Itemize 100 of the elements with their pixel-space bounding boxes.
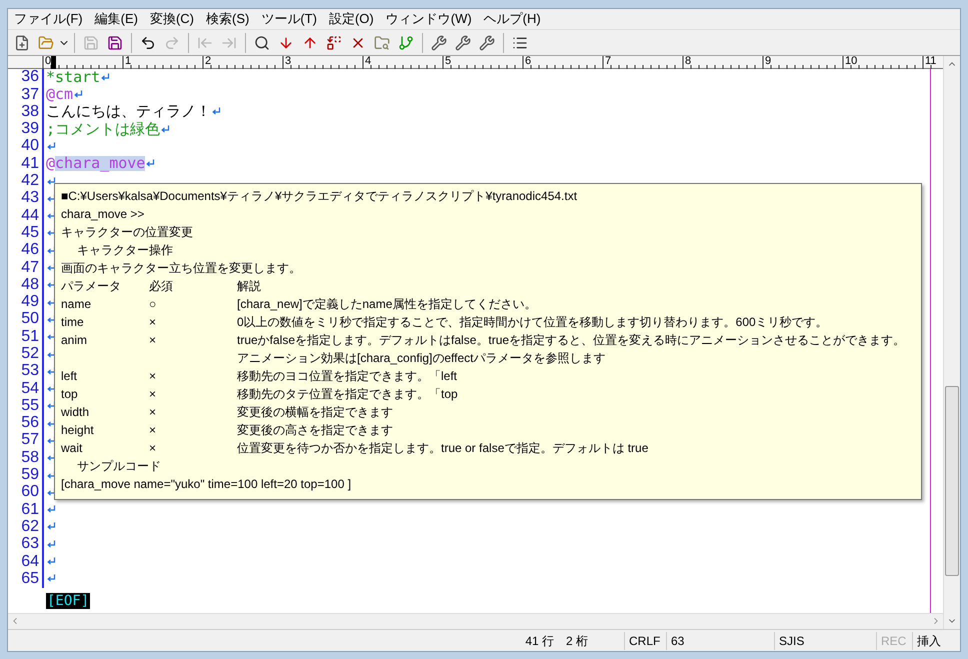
ruler-number: 3 xyxy=(285,54,292,68)
required-mark: × xyxy=(149,314,156,329)
summary: 画面のキャラクター立ち位置を変更します。 xyxy=(61,260,302,277)
param-name: height xyxy=(61,422,94,437)
line-number: 53 xyxy=(20,363,40,380)
code-status: 63 xyxy=(666,632,774,650)
line-number: 44 xyxy=(20,208,40,224)
category: キャラクター操作 xyxy=(76,242,174,259)
ruler-number: 6 xyxy=(525,54,532,68)
line-number: 63 xyxy=(20,536,40,552)
line-number: 52 xyxy=(20,346,40,362)
return-mark-icon xyxy=(161,124,170,134)
sample-heading: サンプルコード xyxy=(76,458,162,475)
param-description: 移動先のヨコ位置を指定できます。「left xyxy=(237,368,458,385)
param-name: time xyxy=(61,314,84,329)
ruler-number: 9 xyxy=(765,54,772,68)
menu-item[interactable]: ツール(T) xyxy=(255,9,323,29)
sample-code: [chara_move name="yuko" time=100 left=20 top=100 ] xyxy=(61,476,352,493)
insert-mode-status: 挿入 xyxy=(912,632,960,650)
column-header: 必須 xyxy=(149,278,174,295)
line-number: 39 xyxy=(20,121,40,138)
menu-item[interactable]: 検索(S) xyxy=(200,9,256,29)
line-number: 45 xyxy=(20,224,40,241)
column-header: 解説 xyxy=(237,278,261,295)
param-name: width xyxy=(61,404,90,419)
eof-marker: [EOF] xyxy=(46,592,90,609)
at-sign: @ xyxy=(46,87,56,102)
required-mark: × xyxy=(149,422,156,437)
required-mark: × xyxy=(149,386,156,401)
line-number: 51 xyxy=(20,328,40,345)
line-number: 50 xyxy=(20,311,40,328)
return-mark-icon xyxy=(74,90,84,100)
line-number: 56 xyxy=(20,415,40,432)
param-name: left xyxy=(61,368,78,383)
column-status: 2 桁 xyxy=(566,632,590,650)
line-number: 54 xyxy=(20,380,40,397)
menu-item[interactable]: 編集(E) xyxy=(88,9,144,29)
menu-item[interactable]: 変換(C) xyxy=(144,9,200,29)
menu-item[interactable]: ウィンドウ(W) xyxy=(380,9,478,29)
tag-text: cm xyxy=(55,87,74,102)
ruler-cursor xyxy=(51,56,56,69)
line-number: 37 xyxy=(20,86,40,103)
param-description: 移動先のタテ位置を指定できます。「top xyxy=(237,386,458,403)
ruler-number: 1 xyxy=(125,54,132,68)
ruler-number: 8 xyxy=(685,54,692,68)
param-description: trueかfalseを指定します。デフォルトはfalse。trueを指定すると、位置を変える時にアニメーションさせることができます。 xyxy=(237,332,906,349)
param-description: 変更後の高さを指定できます xyxy=(237,422,393,439)
required-mark: × xyxy=(149,332,156,347)
tag-name: chara_move >> xyxy=(61,206,146,223)
line-number: 36 xyxy=(20,69,40,86)
menu-item[interactable]: 設定(O) xyxy=(322,9,380,29)
line-number: 47 xyxy=(20,260,40,276)
tag-text: chara_move xyxy=(55,156,146,172)
line-number: 62 xyxy=(20,518,40,535)
line-number: 61 xyxy=(20,502,40,518)
line-number: 38 xyxy=(20,104,40,120)
line-number: 46 xyxy=(20,242,40,258)
line-number: 60 xyxy=(20,484,40,500)
return-mark-icon xyxy=(101,72,110,82)
line-number: 40 xyxy=(20,138,40,154)
line-number: 49 xyxy=(20,294,40,310)
param-name: wait xyxy=(61,440,82,455)
encoding-status: SJIS xyxy=(774,632,876,650)
ruler-number: 10 xyxy=(845,54,858,68)
line-number: 65 xyxy=(20,570,40,587)
menu-item[interactable]: ファイル(F) xyxy=(8,9,89,29)
required-mark: × xyxy=(149,368,156,383)
line-number: 59 xyxy=(20,467,40,484)
newline-status: CRLF xyxy=(624,632,666,650)
param-description: 0以上の数値をミリ秒で指定することで、指定時間かけて位置を移動します切り替わります。600ミリ秒です。 xyxy=(237,314,828,331)
vertical-scrollbar[interactable] xyxy=(943,56,960,629)
menu-item[interactable]: ヘルプ(H) xyxy=(478,9,547,29)
param-description: 位置変更を待つか否かを指定します。true or falseで指定。デフォルトは true xyxy=(237,440,648,457)
ruler-number: 11 xyxy=(925,54,936,68)
line-number: 43 xyxy=(20,190,40,206)
param-name: name xyxy=(61,296,92,311)
required-mark: × xyxy=(149,404,156,419)
code-text: ;コメントは緑色 xyxy=(46,122,160,137)
param-description: 変更後の横幅を指定できます xyxy=(237,404,393,421)
ruler-number: 0 xyxy=(45,54,52,68)
param-description: [chara_new]で定義したname属性を指定してください。 xyxy=(237,296,536,313)
line-number: 42 xyxy=(20,173,40,190)
line-number: 48 xyxy=(20,276,40,293)
scroll-thumb[interactable] xyxy=(945,386,959,576)
ruler-number: 2 xyxy=(205,54,212,68)
code-text: こんにちは、ティラノ！ xyxy=(46,104,211,120)
required-mark: × xyxy=(149,440,156,455)
return-mark-icon xyxy=(146,159,156,168)
horizontal-scrollbar[interactable] xyxy=(8,612,943,629)
ruler-number: 4 xyxy=(365,54,372,68)
tag-title: キャラクターの位置変更 xyxy=(61,224,194,241)
line-number: 41 xyxy=(20,156,40,172)
return-mark-icon xyxy=(212,107,221,116)
required-mark: ○ xyxy=(149,296,156,311)
rec-status: REC xyxy=(876,632,912,650)
column-header: パラメータ xyxy=(61,278,122,295)
row-status: 41 行 xyxy=(525,632,555,650)
line-number: 64 xyxy=(20,554,40,570)
at-sign: @ xyxy=(46,156,56,172)
ruler-number: 5 xyxy=(445,54,452,68)
